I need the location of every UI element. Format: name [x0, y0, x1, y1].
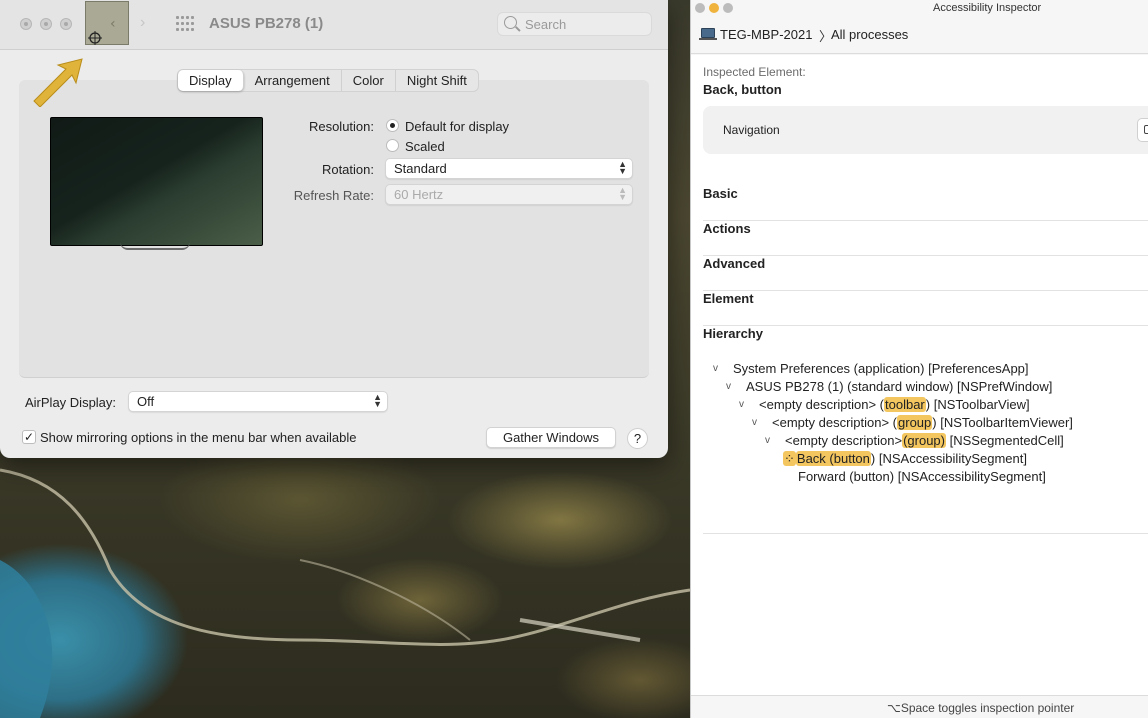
tree-row[interactable]: ASUS PB278 (1) (standard window) [NSPref… — [746, 379, 1052, 394]
rotation-value: Standard — [394, 161, 447, 176]
monitor-stand — [120, 242, 190, 250]
navigation-card: Navigation — [703, 106, 1148, 154]
host-selector[interactable]: TEG-MBP-2021 — [720, 27, 812, 42]
tab-display[interactable]: Display — [178, 70, 244, 91]
airplay-value: Off — [137, 394, 155, 409]
tab-bar: Display Arrangement Color Night Shift — [177, 69, 479, 92]
scaled-label: Scaled — [405, 139, 445, 154]
tree-row[interactable]: <empty description> (group) [NSToolbarIt… — [772, 415, 1073, 430]
minimize-button[interactable] — [709, 3, 719, 13]
show-all-grid-icon[interactable] — [176, 16, 194, 32]
crosshair-icon: ‹ — [88, 16, 116, 45]
tree-row[interactable]: <empty description>(group) [NSSegmentedC… — [785, 433, 1064, 448]
inspected-element-value: Back, button — [703, 82, 782, 97]
search-field[interactable]: Search — [497, 12, 652, 36]
inspector-footer: ⌥Space toggles inspection pointer — [691, 695, 1148, 718]
tree-row[interactable]: <empty description> (toolbar) [NSToolbar… — [759, 397, 1030, 412]
divider — [703, 533, 1148, 534]
inspected-element-label: Inspected Element: — [703, 65, 806, 79]
disclosure-chevron-icon[interactable]: v — [713, 363, 718, 374]
disclosure-chevron-icon[interactable]: v — [739, 399, 744, 410]
window-toolbar: ‹ › ASUS PB278 (1) Search — [0, 0, 668, 50]
process-selector[interactable]: All processes — [831, 27, 908, 42]
disclosure-chevron-icon[interactable]: v — [726, 381, 731, 392]
mirroring-checkbox[interactable]: ✓ — [22, 430, 36, 444]
tab-night-shift[interactable]: Night Shift — [396, 70, 478, 91]
rotation-select[interactable]: Standard ▲ ▼ — [385, 158, 633, 179]
refresh-rate-label: Refresh Rate: — [293, 188, 374, 203]
speech-bubble-icon[interactable] — [1137, 118, 1148, 142]
tree-row[interactable]: System Preferences (application) [Prefer… — [733, 361, 1029, 376]
updown-chevron-icon: ▲ ▼ — [373, 392, 382, 409]
gather-windows-button[interactable]: Gather Windows — [486, 427, 616, 448]
disclosure-chevron-icon[interactable]: v — [752, 417, 757, 428]
mirroring-label: Show mirroring options in the menu bar w… — [40, 430, 357, 445]
section-actions[interactable]: Actions — [703, 221, 1148, 256]
resolution-label: Resolution: — [308, 119, 374, 134]
radio-scaled[interactable] — [386, 139, 399, 152]
airplay-select[interactable]: Off ▲ ▼ — [128, 391, 388, 412]
refresh-rate-select: 60 Hertz ▲ ▼ — [385, 184, 633, 205]
radio-default-for-display[interactable] — [386, 119, 399, 132]
close-button[interactable] — [20, 18, 32, 30]
accessibility-inspector-window: Accessibility Inspector TEG-MBP-2021 〉 A… — [690, 0, 1148, 718]
help-button[interactable]: ? — [627, 428, 648, 449]
system-preferences-window: ‹ › ASUS PB278 (1) Search Display Arrang… — [0, 0, 668, 458]
inspector-title: Accessibility Inspector — [933, 2, 1042, 14]
section-element[interactable]: Element — [703, 291, 1148, 326]
window-title: ASUS PB278 (1) — [209, 15, 324, 32]
tab-arrangement[interactable]: Arrangement — [244, 70, 342, 91]
zoom-button[interactable] — [723, 3, 733, 13]
svg-text:‹: ‹ — [110, 16, 116, 32]
updown-chevron-icon: ▲ ▼ — [618, 185, 627, 202]
refresh-rate-value: 60 Hertz — [394, 187, 444, 202]
target-bar: TEG-MBP-2021 〉 All processes — [691, 18, 1148, 54]
tree-row[interactable]: Forward (button) [NSAccessibilitySegment… — [798, 469, 1046, 484]
rotation-label: Rotation: — [321, 162, 374, 177]
minimize-button[interactable] — [40, 18, 52, 30]
section-advanced[interactable]: Advanced — [703, 256, 1148, 291]
airplay-label: AirPlay Display: — [25, 395, 117, 410]
section-basic[interactable]: Basic — [703, 186, 1148, 221]
search-placeholder: Search — [525, 17, 567, 32]
laptop-icon — [699, 28, 717, 40]
disclosure-chevron-icon[interactable]: v — [765, 435, 770, 446]
navigation-label: Navigation — [723, 123, 780, 137]
updown-chevron-icon: ▲ ▼ — [618, 159, 627, 176]
zoom-button[interactable] — [60, 18, 72, 30]
pointer-arrow-icon — [33, 58, 83, 107]
back-button[interactable]: ‹ — [85, 1, 129, 45]
forward-button[interactable]: › — [140, 14, 145, 32]
tree-row-selected[interactable]: ⁘ Back (button) [NSAccessibilitySegment] — [783, 451, 1027, 467]
close-button[interactable] — [695, 3, 705, 13]
footer-hint: ⌥Space toggles inspection pointer — [887, 701, 1075, 715]
tab-color[interactable]: Color — [342, 70, 396, 91]
target-marker-icon: ⁘ — [783, 451, 796, 466]
section-hierarchy[interactable]: Hierarchy — [703, 326, 1148, 361]
inspector-content: Inspected Element: Back, button Navigati… — [691, 55, 1148, 695]
search-icon — [504, 16, 517, 29]
monitor-image — [50, 117, 263, 246]
default-for-display-label: Default for display — [405, 119, 510, 134]
